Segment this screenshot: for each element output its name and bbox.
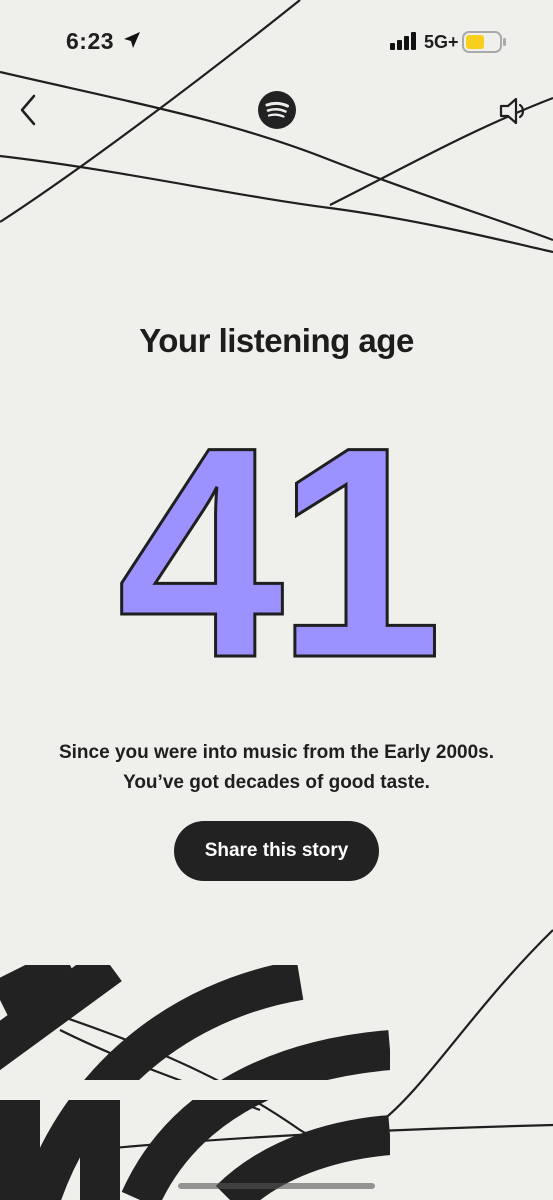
caption-line-2: You’ve got decades of good taste.	[123, 772, 430, 793]
story-caption: Since you were into music from the Early…	[0, 738, 553, 798]
home-indicator	[178, 1183, 375, 1189]
age-value: 41	[117, 384, 435, 700]
listening-age-number: 41	[116, 383, 445, 701]
share-story-button[interactable]: Share this story	[174, 821, 379, 881]
caption-line-1: Since you were into music from the Early…	[58, 742, 495, 763]
